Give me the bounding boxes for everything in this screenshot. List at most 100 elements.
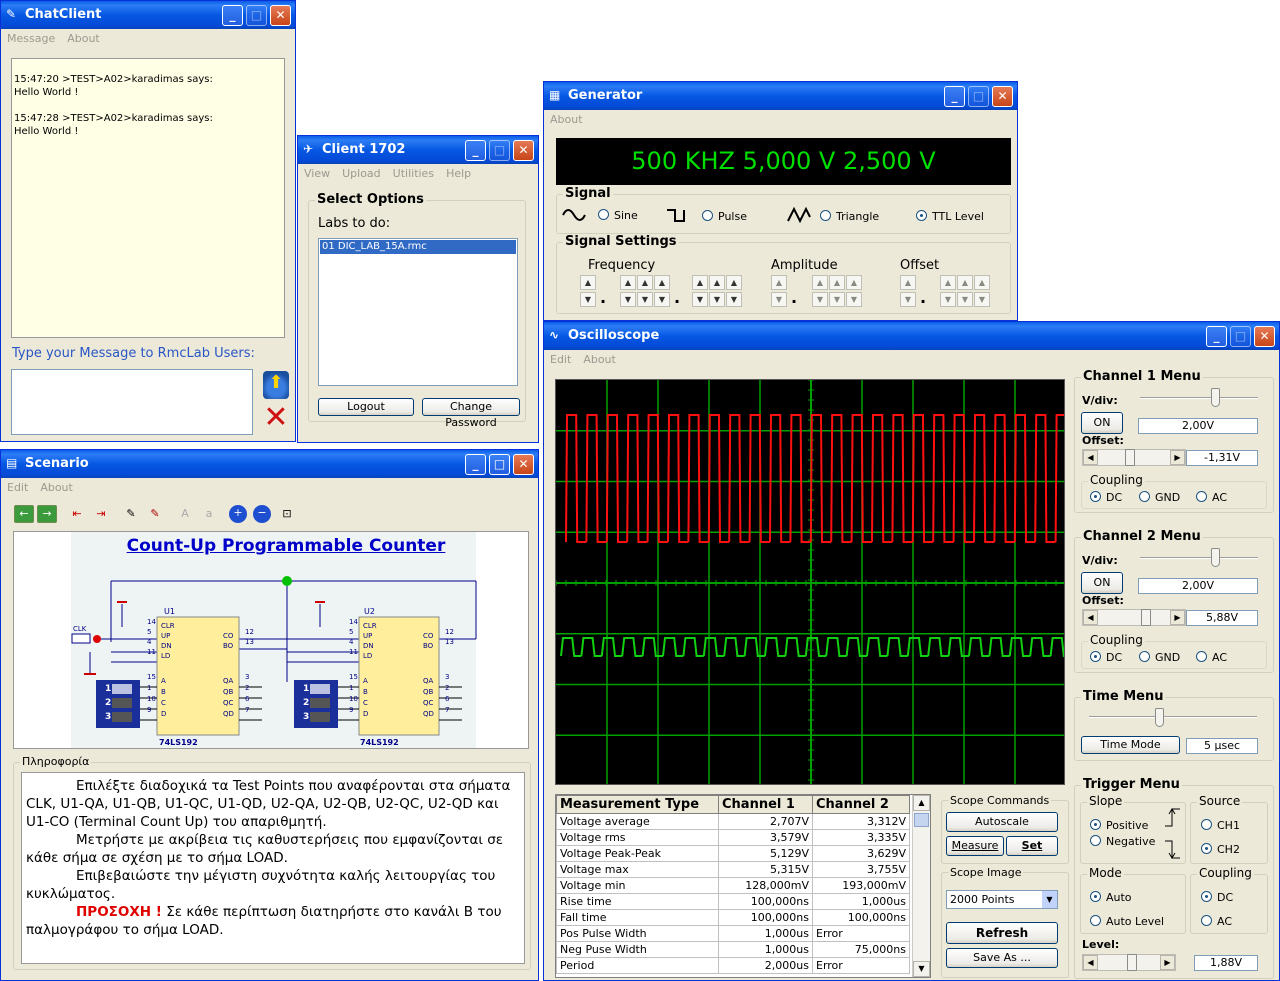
ch1-coupling-gnd[interactable]: GND (1139, 491, 1180, 504)
minimize-button[interactable]: _ (1206, 326, 1227, 347)
positive-radio[interactable] (1090, 819, 1101, 830)
menu-about[interactable]: About (67, 32, 100, 45)
digit-spinner[interactable]: ▲ ▼ (771, 275, 787, 307)
chevron-down-icon[interactable]: ▼ (900, 292, 916, 307)
ch1-offset-scroll[interactable]: ◀ ▶ (1082, 449, 1186, 466)
digit-spinner[interactable]: ▲ ▼ (637, 275, 653, 307)
chevron-down-icon[interactable]: ▼ (692, 292, 708, 307)
digit-spinner[interactable]: ▲ ▼ (709, 275, 725, 307)
chevron-up-icon[interactable]: ▲ (829, 275, 845, 290)
last-page-icon[interactable]: ⇥ (91, 505, 111, 523)
maximize-button[interactable]: □ (1230, 326, 1251, 347)
scenario-titlebar[interactable]: ▤ Scenario _ □ ✕ (1, 450, 538, 478)
ch1-coupling-ac[interactable]: AC (1196, 491, 1227, 504)
send-icon[interactable]: ⬆ (263, 371, 289, 399)
set-button[interactable]: Set (1006, 836, 1058, 856)
close-button[interactable]: ✕ (992, 86, 1013, 107)
auto-radio[interactable] (1090, 891, 1101, 902)
time-mode-button[interactable]: Time Mode (1081, 736, 1180, 754)
pulse-radio[interactable] (702, 210, 713, 221)
ch1-vdiv-thumb[interactable] (1211, 388, 1220, 407)
trig-coupling-ac[interactable]: AC (1201, 915, 1232, 928)
table-row[interactable]: Fall time 100,000ns 100,000ns (556, 909, 910, 926)
trig-ac-radio[interactable] (1201, 915, 1212, 926)
minimize-button[interactable]: _ (944, 86, 965, 107)
ch1-dc-radio[interactable] (1090, 491, 1101, 502)
table-row[interactable]: Voltage min 128,000mV 193,000mV (556, 877, 910, 894)
chevron-down-icon[interactable]: ▼ (812, 292, 828, 307)
change-password-button[interactable]: Change Password (422, 398, 520, 429)
minimize-button[interactable]: _ (465, 140, 486, 161)
clear-icon[interactable]: ✕ (261, 403, 291, 433)
col-channel2[interactable]: Channel 2 (812, 795, 910, 814)
chevron-up-icon[interactable]: ▲ (654, 275, 670, 290)
maximize-button[interactable]: □ (246, 5, 267, 26)
ch1-source-radio[interactable] (1201, 819, 1212, 830)
menu-about[interactable]: About (550, 113, 583, 126)
table-row[interactable]: Voltage Peak-Peak 5,129V 3,629V (556, 845, 910, 862)
chevron-down-icon[interactable]: ▼ (654, 292, 670, 307)
menu-view[interactable]: View (304, 167, 330, 180)
chevron-down-icon[interactable]: ▼ (771, 292, 787, 307)
oscilloscope-titlebar[interactable]: ∿ Oscilloscope _ □ ✕ (544, 322, 1279, 350)
wave-pulse[interactable]: Pulse (702, 210, 747, 223)
digit-spinner[interactable]: ▲ ▼ (620, 275, 636, 307)
menu-help[interactable]: Help (446, 167, 471, 180)
chevron-up-icon[interactable]: ▲ (637, 275, 653, 290)
digit-spinner[interactable]: ▲ ▼ (580, 275, 596, 307)
ch2-coupling-gnd[interactable]: GND (1139, 651, 1180, 664)
chevron-down-icon[interactable]: ▼ (829, 292, 845, 307)
close-button[interactable]: ✕ (270, 5, 291, 26)
chevron-up-icon[interactable]: ▲ (620, 275, 636, 290)
chevron-up-icon[interactable]: ▲ (940, 275, 956, 290)
mode-auto-level[interactable]: Auto Level (1090, 915, 1164, 928)
chevron-down-icon[interactable]: ▼ (974, 292, 990, 307)
menu-message[interactable]: Message (7, 32, 55, 45)
ch1-coupling-dc[interactable]: DC (1090, 491, 1122, 504)
chevron-up-icon[interactable]: ▲ (726, 275, 742, 290)
chevron-down-icon[interactable]: ▼ (846, 292, 862, 307)
negative-radio[interactable] (1090, 835, 1101, 846)
table-row[interactable]: Neg Puse Width 1,000us 75,000ns (556, 941, 910, 958)
save-as-button[interactable]: Save As ... (946, 948, 1058, 968)
refresh-button[interactable]: Refresh (946, 922, 1058, 944)
table-scrollbar[interactable]: ▲ ▼ (912, 795, 930, 977)
chevron-up-icon[interactable]: ▲ (957, 275, 973, 290)
chat-titlebar[interactable]: ✎ ChatClient _ □ ✕ (1, 1, 295, 29)
menu-edit[interactable]: Edit (7, 481, 28, 494)
menu-edit[interactable]: Edit (550, 353, 571, 366)
measure-button[interactable]: Measure (946, 836, 1004, 856)
scroll-down-icon[interactable]: ▼ (913, 961, 930, 977)
triangle-radio[interactable] (820, 210, 831, 221)
chevron-up-icon[interactable]: ▲ (771, 275, 787, 290)
digit-spinner[interactable]: ▲ ▼ (900, 275, 916, 307)
zoom-in-icon[interactable]: + (229, 505, 247, 523)
labs-list[interactable]: 01 DIC_LAB_15A.rmc (318, 238, 518, 386)
ch2-offset-scroll[interactable]: ◀ ▶ (1082, 609, 1186, 626)
menu-upload[interactable]: Upload (342, 167, 381, 180)
ch1-ac-radio[interactable] (1196, 491, 1207, 502)
close-button[interactable]: ✕ (513, 140, 534, 161)
digit-spinner[interactable]: ▲ ▼ (726, 275, 742, 307)
client-titlebar[interactable]: ✈ Client 1702 _ □ ✕ (298, 136, 538, 164)
col-channel1[interactable]: Channel 1 (718, 795, 813, 814)
forward-icon[interactable]: → (37, 505, 57, 523)
text-icon[interactable]: A (175, 505, 195, 523)
table-row[interactable]: Voltage max 5,315V 3,755V (556, 861, 910, 878)
logout-button[interactable]: Logout (318, 398, 414, 416)
chevron-up-icon[interactable]: ▲ (692, 275, 708, 290)
digit-spinner[interactable]: ▲ ▼ (846, 275, 862, 307)
digit-spinner[interactable]: ▲ ▼ (974, 275, 990, 307)
source-ch2[interactable]: CH2 (1201, 843, 1240, 856)
source-ch1[interactable]: CH1 (1201, 819, 1240, 832)
mode-auto[interactable]: Auto (1090, 891, 1132, 904)
ch2-source-radio[interactable] (1201, 843, 1212, 854)
chevron-up-icon[interactable]: ▲ (812, 275, 828, 290)
chevron-up-icon[interactable]: ▲ (846, 275, 862, 290)
wave-ttl[interactable]: TTL Level (916, 210, 984, 223)
autoscale-button[interactable]: Autoscale (946, 812, 1058, 832)
chevron-up-icon[interactable]: ▲ (709, 275, 725, 290)
sine-radio[interactable] (598, 209, 609, 220)
auto-level-radio[interactable] (1090, 915, 1101, 926)
scroll-thumb[interactable] (914, 813, 929, 827)
